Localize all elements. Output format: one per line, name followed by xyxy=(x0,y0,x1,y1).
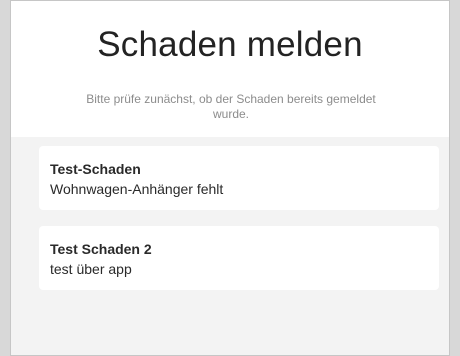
page-subtitle: Bitte prüfe zunächst, ob der Schaden ber… xyxy=(86,92,376,121)
damage-title: Test Schaden 2 xyxy=(50,241,152,257)
damage-description: test über app xyxy=(50,261,132,277)
page-title: Schaden melden xyxy=(97,25,363,64)
damage-list-item[interactable]: Test Schaden 2 test über app xyxy=(39,226,439,290)
app-screen: Schaden melden Bitte prüfe zunächst, ob … xyxy=(10,0,450,356)
damage-list: Test-Schaden Wohnwagen-Anhänger fehlt Te… xyxy=(39,146,439,306)
page-header: Schaden melden Bitte prüfe zunächst, ob … xyxy=(11,1,449,137)
damage-title: Test-Schaden xyxy=(50,161,141,177)
damage-description: Wohnwagen-Anhänger fehlt xyxy=(50,181,224,197)
damage-list-item[interactable]: Test-Schaden Wohnwagen-Anhänger fehlt xyxy=(39,146,439,210)
